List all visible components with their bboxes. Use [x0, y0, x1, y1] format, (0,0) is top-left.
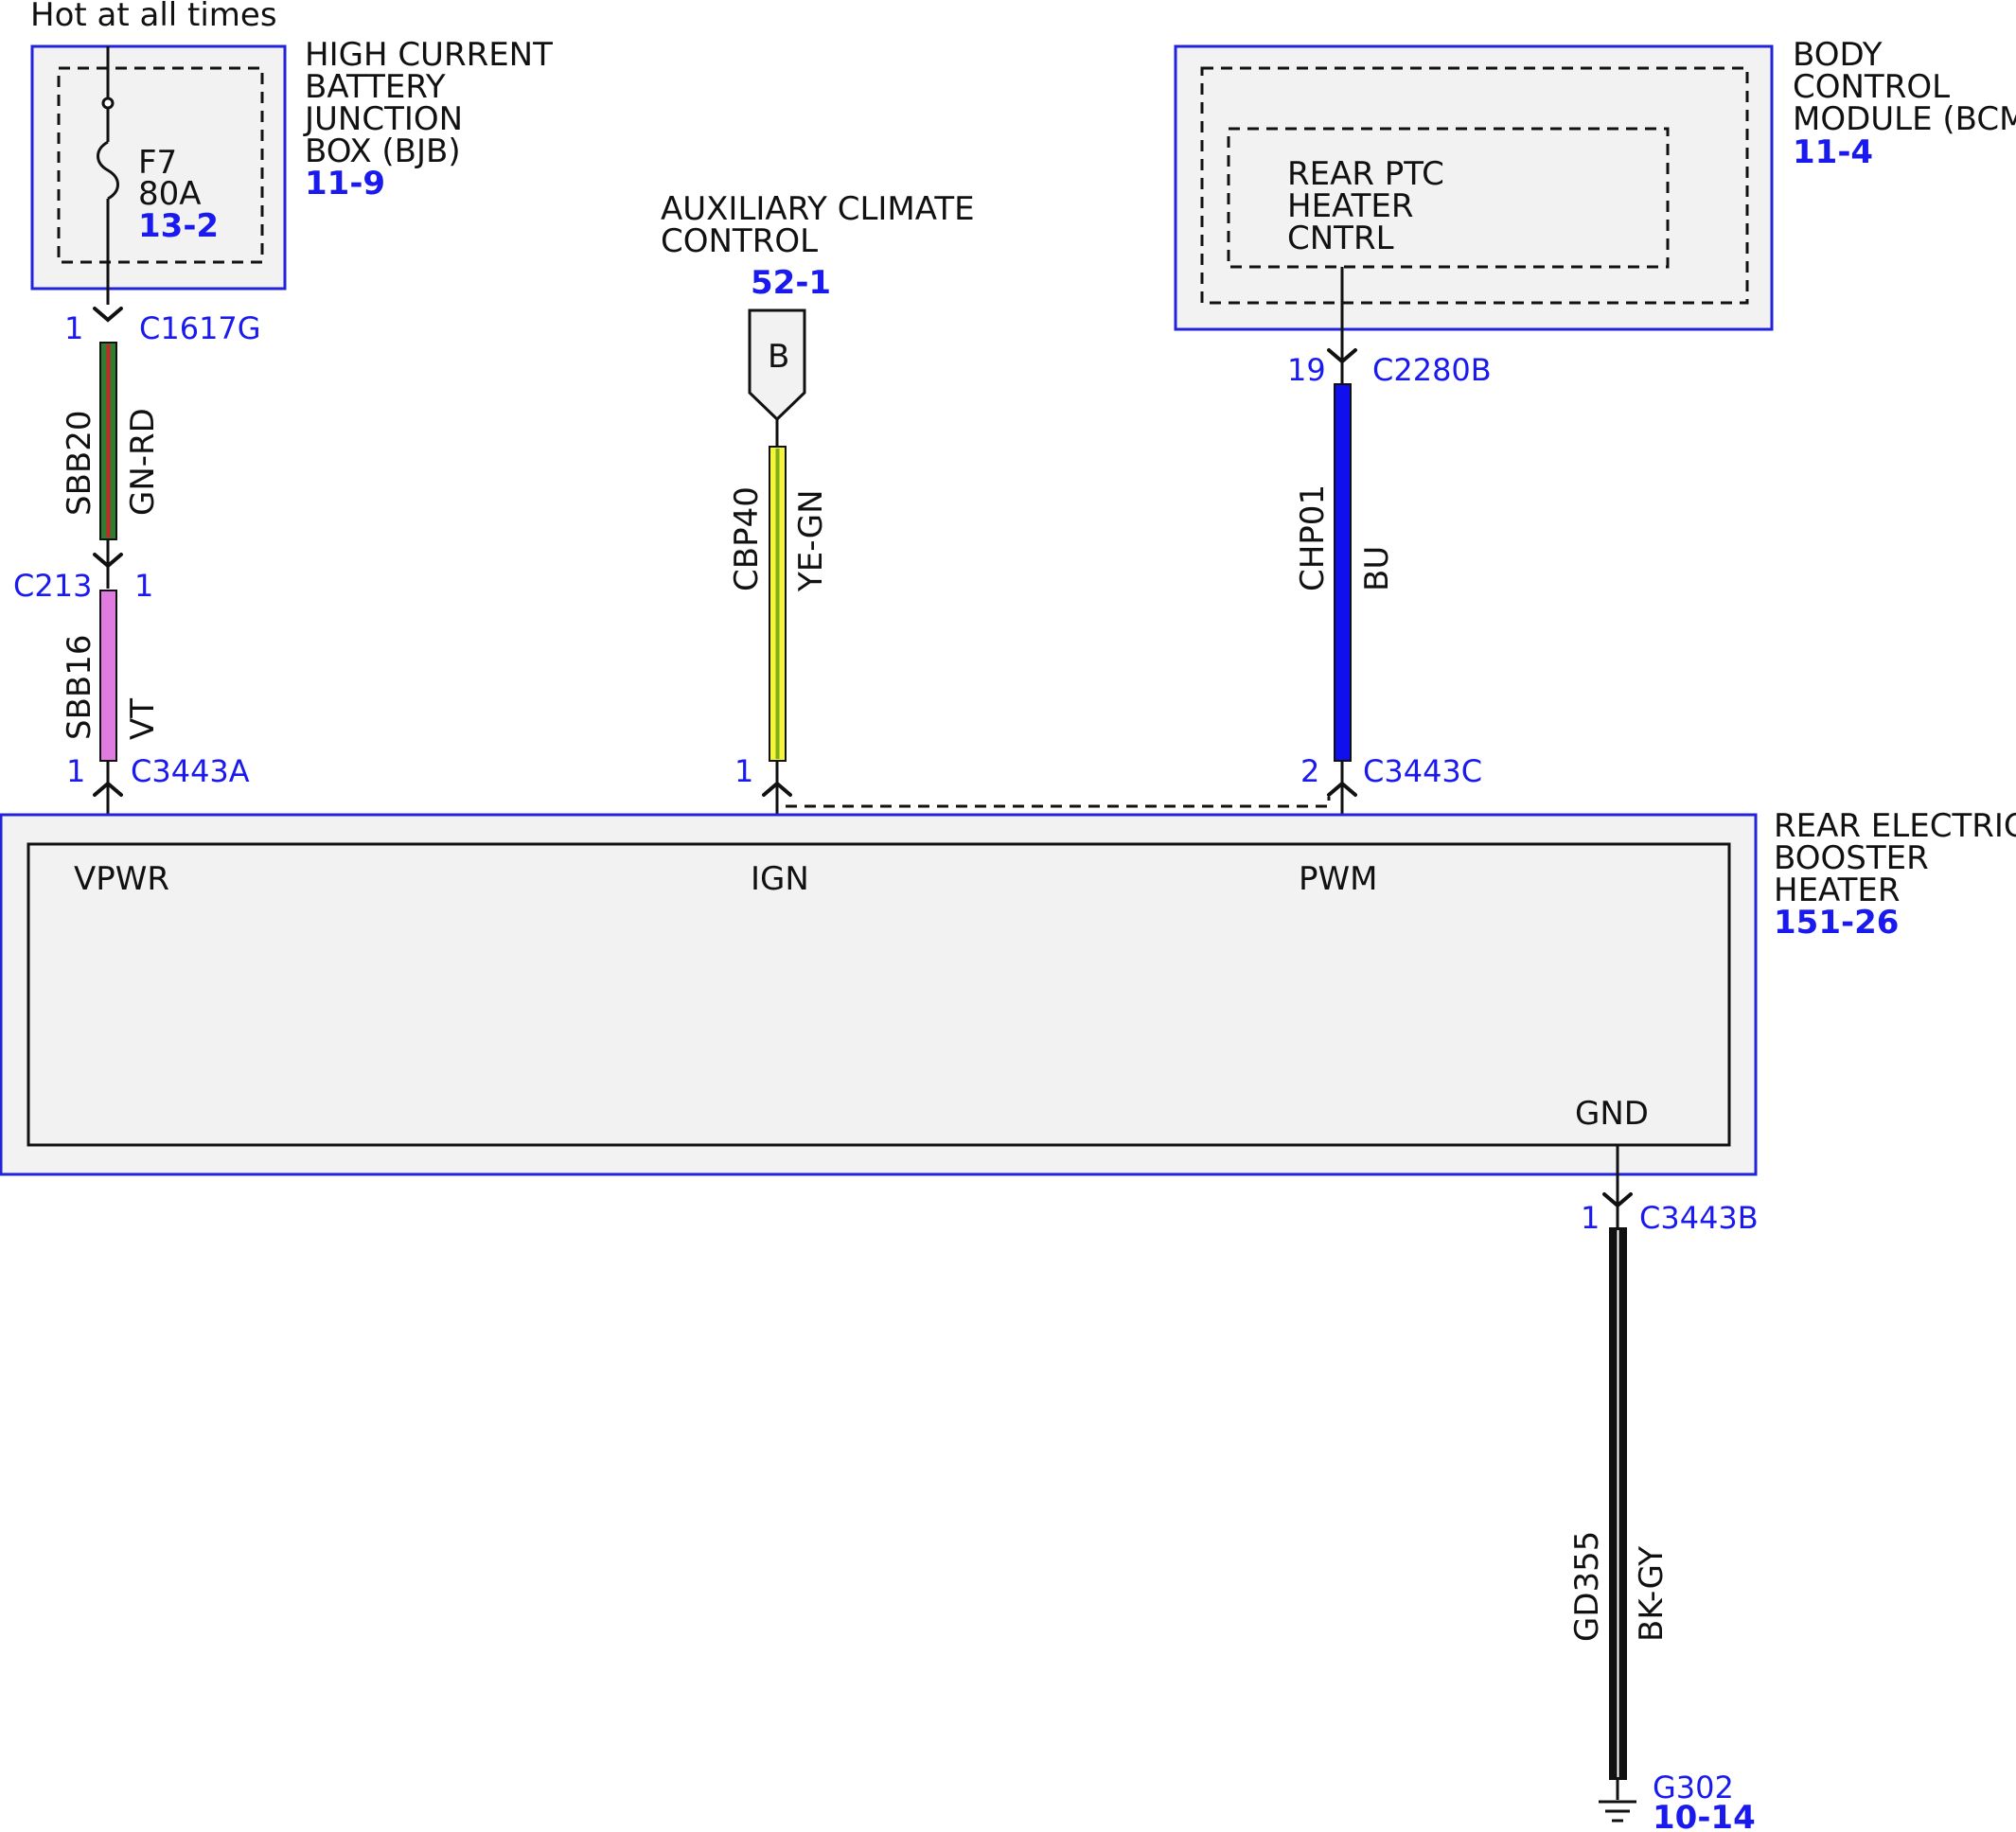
connector-c3443b-pin: 1	[1581, 1200, 1600, 1236]
heater-pin-gnd: GND	[1575, 1095, 1649, 1133]
heater-ref-link[interactable]: 151-26	[1774, 904, 1899, 942]
wire-sbb20-circuit: SBB20	[61, 411, 98, 517]
connector-c1617g-name[interactable]: C1617G	[139, 310, 261, 346]
wire-sbb16-circuit: SBB16	[61, 635, 98, 741]
connector-c213-name[interactable]: C213	[13, 568, 92, 604]
connector-c3443c-name[interactable]: C3443C	[1363, 753, 1482, 789]
wire-gd355-circuit: GD355	[1568, 1531, 1606, 1642]
wire-sbb16-color: VT	[124, 698, 162, 740]
bcm-module[interactable]	[1174, 44, 1774, 331]
wire-chp01[interactable]	[1334, 383, 1352, 762]
connector-shared-housing-link	[786, 797, 1331, 808]
wire-chp01-circuit: CHP01	[1294, 484, 1332, 591]
heater-pin-ign: IGN	[751, 860, 809, 898]
wire-sbb16[interactable]	[99, 590, 117, 762]
wire-chp01-color: BU	[1358, 546, 1396, 591]
connector-acc-pin: 1	[734, 753, 753, 789]
wire-cbp40-circuit: CBP40	[728, 486, 766, 591]
connector-c3443a-name[interactable]: C3443A	[131, 753, 250, 789]
bcm-name-line-3: MODULE (BCM)	[1793, 100, 2016, 138]
wire-cbp40-color: YE-GN	[792, 489, 830, 592]
bcm-sub-line-3: CNTRL	[1287, 220, 1394, 257]
fuse-terminal-top	[101, 97, 115, 110]
heater-pin-pwm: PWM	[1299, 860, 1377, 898]
wiring-diagram: Hot at all times HIGH CURRENT BATTERY JU…	[0, 0, 2016, 1832]
heater-pin-vpwr: VPWR	[74, 860, 169, 898]
acc-ref-link[interactable]: 52-1	[751, 264, 831, 302]
acc-module-tag-letter: B	[768, 338, 789, 376]
connector-c2280b-name[interactable]: C2280B	[1372, 352, 1492, 388]
supply-label: Hot at all times	[30, 0, 277, 34]
connector-c3443b-name[interactable]: C3443B	[1639, 1200, 1759, 1236]
fuse-ref-link[interactable]: 13-2	[138, 207, 219, 245]
ground-ref-link[interactable]: 10-14	[1653, 1799, 1756, 1832]
ground-icon	[1599, 1800, 1636, 1823]
connector-c3443c-pin: 2	[1300, 753, 1319, 789]
wire-sbb20-color: GN-RD	[124, 408, 162, 516]
connector-c3443a-pin: 1	[66, 753, 85, 789]
connector-c213-pin: 1	[134, 568, 153, 604]
connector-c1617g-symbol	[93, 307, 123, 323]
connector-c1617g-pin: 1	[64, 310, 83, 346]
acc-name-line-2: CONTROL	[661, 222, 818, 260]
connector-c2280b-pin: 19	[1287, 352, 1326, 388]
wire-gd355-color: BK-GY	[1633, 1546, 1671, 1642]
heater-module[interactable]	[0, 813, 1758, 1176]
bcm-ref-link[interactable]: 11-4	[1793, 133, 1873, 171]
bjb-ref-link[interactable]: 11-9	[305, 165, 385, 203]
